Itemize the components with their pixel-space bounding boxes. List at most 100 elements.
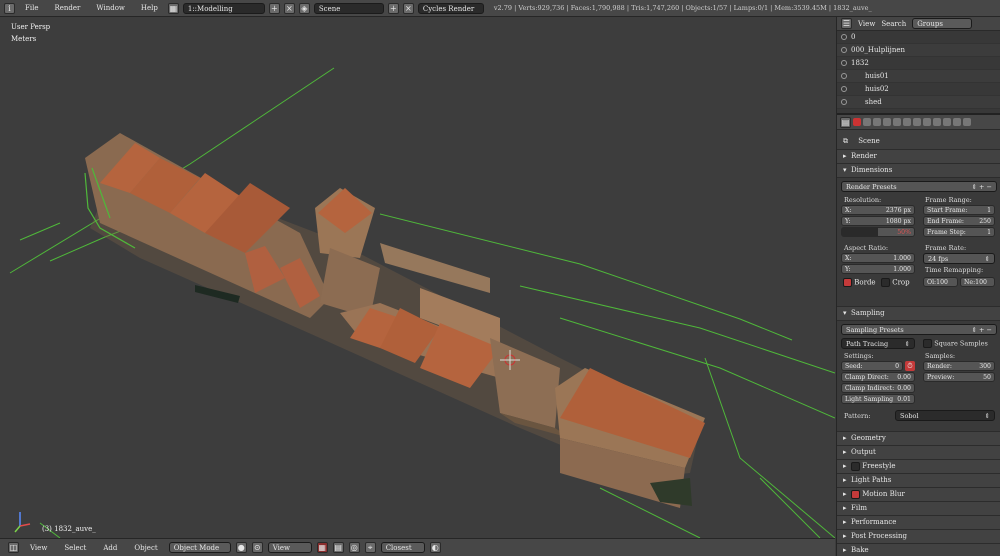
render-tab-icon[interactable] [853,118,861,126]
section-performance[interactable]: ▸ Performance [837,515,1000,529]
snap-icon[interactable]: ⌖ [364,542,376,553]
world-tab-icon[interactable] [883,118,891,126]
outliner-view-menu[interactable]: View [858,20,875,28]
expand-icon[interactable] [841,47,847,53]
expand-icon[interactable] [841,99,847,105]
expand-icon[interactable] [841,34,847,40]
layers-icon[interactable]: ▤ [332,542,344,553]
time-remap-old-field[interactable]: Ol:100 [923,277,958,287]
add-layout-icon[interactable]: + [268,2,280,14]
render-presets-select[interactable]: Render Presets ⇕ + − [841,181,997,192]
proportional-edit-icon[interactable]: ◎ [348,542,360,553]
frame-rate-select[interactable]: 24 fps ⇕ [923,253,995,264]
object-tab-icon[interactable] [893,118,901,126]
end-frame-field[interactable]: End Frame: 250 [923,216,995,226]
start-frame-field[interactable]: Start Frame: 1 [923,205,995,215]
section-film[interactable]: ▸ Film [837,501,1000,515]
outliner-row[interactable]: 000_Hulplijnen [837,44,1000,57]
frame-step-field[interactable]: Frame Step: 1 [923,227,995,237]
clamp-direct-field[interactable]: Clamp Direct: 0.00 [841,372,915,382]
scene-field[interactable]: Scene [313,2,384,14]
remove-layout-icon[interactable]: × [283,2,295,14]
aspect-y-field[interactable]: Y: 1.000 [841,264,915,274]
outliner-editor-icon[interactable]: ☰ [841,18,852,29]
outliner-row[interactable]: huis01 [837,70,1000,83]
light-sampling-field[interactable]: Light Sampling 0.01 [841,394,915,404]
properties-editor-icon[interactable]: ▤ [840,116,851,128]
dimensions-body: Render Presets ⇕ + − Resolution: Frame Ra… [837,177,1000,306]
menu-window[interactable]: Window [90,4,131,12]
render-preview-icon[interactable]: ◐ [429,542,441,553]
outliner-display-select[interactable]: Groups [912,18,973,29]
menu-render[interactable]: Render [48,4,86,12]
menu-help[interactable]: Help [135,4,164,12]
expand-icon[interactable] [841,86,847,92]
modifiers-tab-icon[interactable] [913,118,921,126]
aspect-ratio-label: Aspect Ratio: [844,244,889,252]
add-scene-icon[interactable]: + [387,2,399,14]
outliner-row[interactable]: 1832 [837,57,1000,70]
motion-blur-checkbox[interactable] [851,489,860,499]
resolution-y-field[interactable]: Y: 1080 px [841,216,915,226]
layer-buttons-icon[interactable]: ▦ [316,542,328,553]
pattern-select[interactable]: Sobol ⇕ [895,410,995,421]
section-light-paths[interactable]: ▸ Light Paths [837,473,1000,487]
outliner-row[interactable]: 0 [837,31,1000,44]
constraints-tab-icon[interactable] [903,118,911,126]
border-checkbox[interactable] [843,278,852,287]
outliner-row[interactable]: shed [837,96,1000,109]
expand-icon[interactable] [841,73,847,79]
screen-layout-field[interactable]: 1::Modelling [182,2,265,14]
section-motion-blur[interactable]: ▸ Motion Blur [837,487,1000,501]
mode-select[interactable]: Object Mode [168,542,231,553]
section-dimensions[interactable]: ▾ Dimensions [837,163,1000,177]
sampling-presets-select[interactable]: Sampling Presets ⇕ + − [841,324,997,335]
resolution-percentage-slider[interactable]: 50% [841,227,915,237]
section-sampling[interactable]: ▾ Sampling [837,306,1000,320]
resolution-x-field[interactable]: X: 2376 px [841,205,915,215]
layout-icon[interactable]: ▦ [167,2,179,14]
section-render[interactable]: ▸ Render [837,149,1000,163]
menu-file[interactable]: File [19,4,44,12]
3d-view-editor-icon[interactable]: ◫ [8,542,19,553]
section-output[interactable]: ▸ Output [837,445,1000,459]
outliner-search-menu[interactable]: Search [881,20,906,28]
snap-target-select[interactable]: Closest [380,542,425,553]
texture-tab-icon[interactable] [943,118,951,126]
menu-add[interactable]: Add [97,544,123,552]
aspect-x-field[interactable]: X: 1.000 [841,253,915,263]
particles-tab-icon[interactable] [953,118,961,126]
section-bake[interactable]: ▸ Bake [837,543,1000,556]
animated-seed-icon[interactable]: ⏱ [905,361,915,371]
info-editor-icon[interactable]: i [4,2,15,14]
material-tab-icon[interactable] [933,118,941,126]
seed-field[interactable]: Seed: 0 [841,361,903,371]
render-layers-tab-icon[interactable] [863,118,871,126]
section-post-processing[interactable]: ▸ Post Processing [837,529,1000,543]
menu-view[interactable]: View [24,544,53,552]
physics-tab-icon[interactable] [963,118,971,126]
scene-tab-icon[interactable] [873,118,881,126]
section-geometry[interactable]: ▸ Geometry [837,431,1000,445]
scene-icon[interactable]: ◈ [298,2,310,14]
time-remap-new-field[interactable]: Ne:100 [960,277,995,287]
3d-viewport[interactable]: User Persp Meters (3) 1832_auve_ [0,18,835,538]
integrator-select[interactable]: Path Tracing ⇕ [841,338,915,349]
expand-icon[interactable] [841,60,847,66]
transform-orientation-select[interactable]: View [267,542,312,553]
data-tab-icon[interactable] [923,118,931,126]
menu-select[interactable]: Select [58,544,92,552]
render-engine-select[interactable]: Cycles Render [417,2,484,14]
crop-checkbox[interactable] [881,278,890,287]
clamp-indirect-field[interactable]: Clamp Indirect: 0.00 [841,383,915,393]
pivot-icon[interactable]: ⊙ [251,542,263,553]
render-samples-field[interactable]: Render: 300 [923,361,995,371]
freestyle-checkbox[interactable] [851,461,860,471]
outliner-row[interactable]: huis02 [837,83,1000,96]
remove-scene-icon[interactable]: × [402,2,414,14]
menu-object[interactable]: Object [128,544,163,552]
preview-samples-field[interactable]: Preview: 50 [923,372,995,382]
section-freestyle[interactable]: ▸ Freestyle [837,459,1000,473]
viewport-shading-icon[interactable]: ● [235,542,247,553]
square-samples-checkbox[interactable] [923,339,932,348]
